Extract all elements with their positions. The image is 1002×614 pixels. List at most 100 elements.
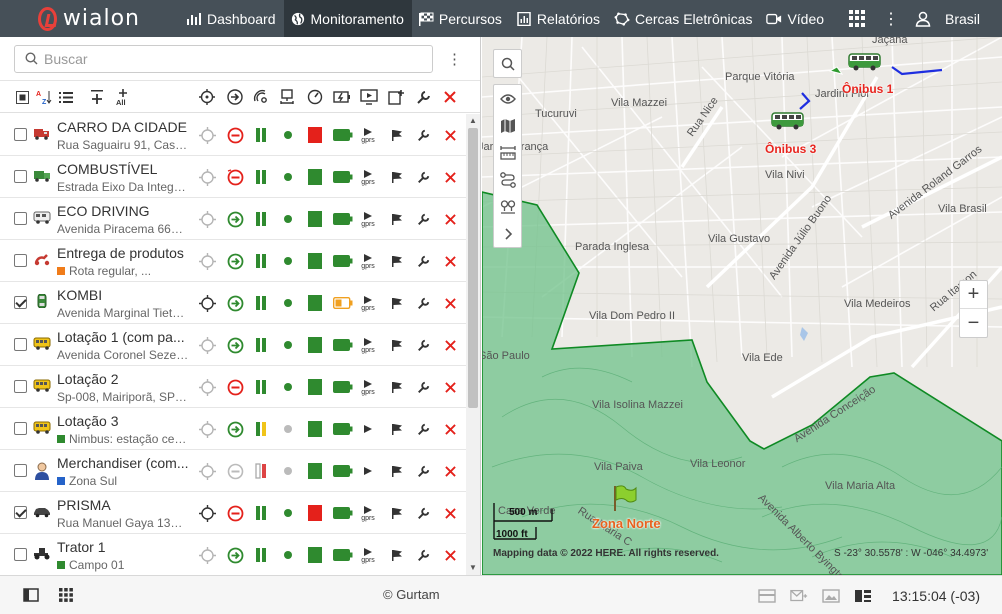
zoom-out-button[interactable]: − (960, 309, 987, 337)
locate-unit-icon[interactable] (197, 251, 217, 271)
remove-unit-icon[interactable] (440, 209, 460, 229)
unit-row[interactable]: Merchandiser (com... Zona Sul (0, 450, 466, 492)
list-view-icon[interactable] (57, 88, 75, 106)
unit-row[interactable]: COMBUSTÍVEL Estrada Eixo Da Integra... gpr… (0, 156, 466, 198)
send-command-button[interactable]: gprs (358, 545, 378, 565)
unit-settings-wrench-icon[interactable] (413, 377, 433, 397)
send-command-button[interactable] (358, 419, 378, 439)
unit-settings-wrench-icon[interactable] (413, 503, 433, 523)
zoom-in-button[interactable]: + (960, 281, 987, 309)
target-column-icon[interactable] (198, 88, 216, 106)
unit-visibility-checkbox[interactable] (14, 506, 27, 519)
locate-unit-icon[interactable] (197, 419, 217, 439)
unit-settings-wrench-icon[interactable] (413, 209, 433, 229)
geofence-flag-icon[interactable] (387, 251, 407, 271)
engine-column-icon[interactable] (226, 88, 244, 106)
unit-settings-wrench-icon[interactable] (413, 251, 433, 271)
remove-unit-icon[interactable] (440, 545, 460, 565)
geofence-flag-icon[interactable] (387, 293, 407, 313)
locate-unit-icon[interactable] (197, 125, 217, 145)
locate-unit-icon[interactable] (197, 377, 217, 397)
send-command-button[interactable]: gprs (358, 503, 378, 523)
unit-visibility-checkbox[interactable] (14, 170, 27, 183)
locate-unit-icon[interactable] (197, 503, 217, 523)
nav-monitoramento[interactable]: Monitoramento (283, 0, 412, 37)
geofence-flag-icon[interactable] (387, 419, 407, 439)
unit-visibility-checkbox[interactable] (14, 338, 27, 351)
poi-button[interactable] (494, 193, 521, 220)
unit-visibility-checkbox[interactable] (14, 548, 27, 561)
scroll-down-icon[interactable]: ▼ (469, 564, 477, 572)
unit-row[interactable]: KOMBI Avenida Marginal Tietê,... gprs (0, 282, 466, 324)
locate-unit-icon[interactable] (197, 167, 217, 187)
map-layers-visibility-button[interactable] (494, 85, 521, 112)
map-view[interactable]: Jaçanã Parque Vitória Vila Mazzei Tucuru… (482, 37, 1002, 575)
remove-unit-icon[interactable] (440, 251, 460, 271)
unit-name[interactable]: Merchandiser (com... (57, 455, 189, 471)
unit-name[interactable]: Entrega de produtos (57, 245, 189, 261)
locate-unit-icon[interactable] (197, 461, 217, 481)
unit-visibility-checkbox[interactable] (14, 296, 27, 309)
select-all-icon[interactable] (13, 88, 31, 106)
speed-column-icon[interactable] (306, 88, 324, 106)
image-icon[interactable] (822, 587, 840, 605)
unit-settings-wrench-icon[interactable] (413, 335, 433, 355)
search-options-icon[interactable]: ⋮ (447, 50, 462, 68)
apps-menu-icon[interactable] (57, 586, 75, 604)
remove-all-icon[interactable] (441, 88, 459, 106)
unit-name[interactable]: Trator 1 (57, 539, 189, 555)
distance-measure-button[interactable] (494, 139, 521, 166)
send-command-button[interactable]: gprs (358, 209, 378, 229)
map-unit-label-onibus-3[interactable]: Ônibus 3 (765, 142, 816, 156)
remove-unit-icon[interactable] (440, 125, 460, 145)
unit-row[interactable]: Entrega de produtos Rota regular, ... gprs (0, 240, 466, 282)
user-menu[interactable]: Brasil (915, 11, 1002, 27)
unit-settings-wrench-icon[interactable] (413, 545, 433, 565)
add-unit-icon[interactable] (88, 88, 106, 106)
power-column-icon[interactable] (333, 88, 351, 106)
remove-unit-icon[interactable] (440, 503, 460, 523)
unit-row[interactable]: Trator 1 Campo 01 gprs (0, 534, 466, 575)
unit-row[interactable]: ECO DRIVING Avenida Piracema 669, ... gprs (0, 198, 466, 240)
unit-settings-wrench-icon[interactable] (413, 125, 433, 145)
geofence-flag-icon[interactable] (387, 125, 407, 145)
unit-row[interactable]: Lotação 1 (com pa... Avenida Coronel Seze… (0, 324, 466, 366)
locate-unit-icon[interactable] (197, 209, 217, 229)
geofence-flag-icon[interactable] (387, 209, 407, 229)
geofence-flag-icon[interactable] (387, 167, 407, 187)
locate-unit-icon[interactable] (197, 293, 217, 313)
map-unit-label-onibus-1[interactable]: Ônibus 1 (842, 82, 893, 96)
hardware-column-icon[interactable] (278, 88, 296, 106)
add-geofence-icon[interactable] (387, 88, 405, 106)
unit-visibility-checkbox[interactable] (14, 422, 27, 435)
unit-name[interactable]: CARRO DA CIDADE (57, 119, 189, 135)
geofence-flag-icon[interactable] (387, 503, 407, 523)
send-command-button[interactable]: gprs (358, 377, 378, 397)
unit-list-scrollbar[interactable]: ▲ ▼ (466, 114, 480, 575)
unit-name[interactable]: ECO DRIVING (57, 203, 189, 219)
commands-column-icon[interactable] (360, 88, 378, 106)
unit-settings-wrench-icon[interactable] (413, 419, 433, 439)
remove-unit-icon[interactable] (440, 335, 460, 355)
connection-column-icon[interactable] (252, 88, 270, 106)
nav-video[interactable]: Vídeo (760, 0, 832, 37)
notifications-icon[interactable] (758, 587, 776, 605)
settings-wrench-icon[interactable] (414, 88, 432, 106)
send-command-button[interactable]: gprs (358, 293, 378, 313)
toggle-panel-icon[interactable] (22, 586, 40, 604)
add-all-icon[interactable]: All (114, 88, 132, 106)
unit-row[interactable]: CARRO DA CIDADE Rua Saguairu 91, Casa ...… (0, 114, 466, 156)
messages-icon[interactable] (790, 587, 808, 605)
remove-unit-icon[interactable] (440, 419, 460, 439)
unit-name[interactable]: Lotação 2 (57, 371, 189, 387)
nav-cercas[interactable]: Cercas Eletrônicas (608, 0, 761, 37)
unit-name[interactable]: PRISMA (57, 497, 189, 513)
map-source-button[interactable] (494, 112, 521, 139)
unit-settings-wrench-icon[interactable] (413, 167, 433, 187)
geofence-flag-icon[interactable] (387, 461, 407, 481)
remove-unit-icon[interactable] (440, 167, 460, 187)
unit-visibility-checkbox[interactable] (14, 464, 27, 477)
locate-unit-icon[interactable] (197, 335, 217, 355)
scroll-up-icon[interactable]: ▲ (469, 117, 477, 125)
bus-marker-3-icon[interactable] (771, 111, 805, 131)
